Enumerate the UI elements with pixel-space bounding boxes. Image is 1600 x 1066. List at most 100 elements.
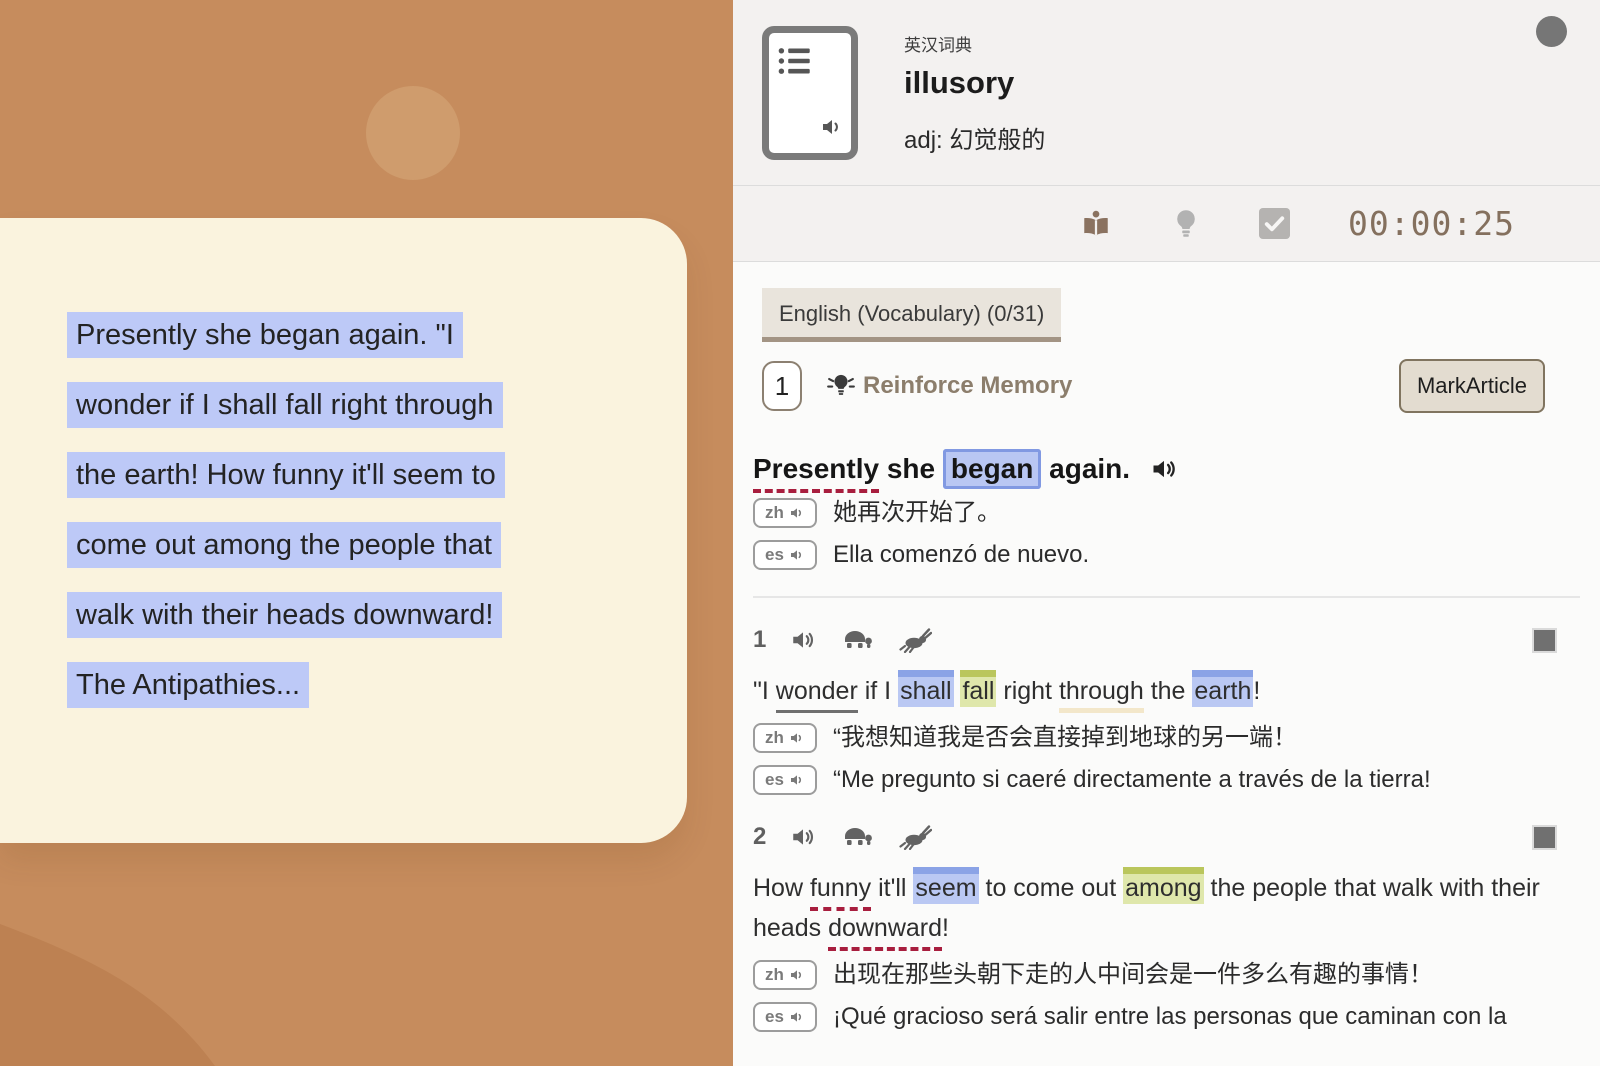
language-audio-badge[interactable]: es (753, 540, 817, 570)
reinforce-memory-button[interactable]: Reinforce Memory (826, 371, 1072, 401)
speaker-icon[interactable] (790, 824, 816, 850)
book-reader-icon[interactable] (1079, 208, 1113, 240)
sentence-toolbar: 1 (753, 626, 1545, 654)
speaker-icon[interactable] (790, 627, 816, 653)
word-segment[interactable]: among (1123, 867, 1203, 904)
profile-circle[interactable] (1536, 16, 1567, 47)
language-code: zh (765, 728, 784, 748)
sentence-text: Presently she began again. (753, 453, 1130, 485)
word-segment: "I (753, 677, 776, 705)
sentence-translations: zh “我想知道我是否会直接掉到地球的另一端！ es “Me pregunto … (753, 722, 1545, 795)
word-segment: she (879, 453, 943, 484)
word-segment[interactable]: seem (913, 867, 978, 904)
list-icon (778, 46, 812, 81)
speaker-icon (789, 1009, 805, 1025)
sentence-translations: zh 出现在那些头朝下走的人中间会是一件多么有趣的事情！ es ¡Qué gra… (753, 959, 1545, 1032)
word-segment[interactable]: earth (1192, 670, 1253, 707)
decorative-circle (366, 86, 460, 180)
dictionary-label: 英汉词典 (904, 31, 1045, 56)
speaker-icon[interactable] (1150, 455, 1178, 483)
controls-row: 1 Reinforce Memory MarkArticle (753, 359, 1545, 413)
language-audio-badge[interactable]: zh (753, 960, 817, 990)
headword: illusory (904, 65, 1045, 101)
word-segment[interactable]: downward (828, 914, 942, 951)
main-translations: zh 她再次开始了。 es Ella comenzó de nuevo. (753, 497, 1545, 570)
checkbox-icon[interactable] (1259, 208, 1290, 239)
stop-button[interactable] (1532, 825, 1557, 850)
translation-row: es Ella comenzó de nuevo. (753, 539, 1545, 570)
turtle-slow-speed-icon[interactable] (840, 826, 874, 848)
sentence-number: 1 (753, 626, 766, 654)
mark-article-button[interactable]: MarkArticle (1399, 359, 1545, 413)
word-segment[interactable]: fall (960, 670, 996, 707)
word-segment: if I (858, 677, 898, 705)
reading-pane: Presently she began again. "I wonder if I… (0, 0, 733, 1066)
word-info: 英汉词典 illusory adj: 幻觉般的 (904, 31, 1045, 155)
highlighted-line: come out among the people that (67, 522, 687, 568)
stop-button[interactable] (1532, 628, 1557, 653)
translation-row: es ¡Qué gracioso será salir entre las pe… (753, 1001, 1545, 1032)
word-segment: ! (942, 914, 949, 942)
translation-row: zh 出现在那些头朝下走的人中间会是一件多么有趣的事情！ (753, 959, 1545, 990)
word-segment[interactable]: shall (898, 670, 953, 707)
study-content: English (Vocabulary) (0/31) 1 Reinforce … (733, 262, 1600, 1032)
reading-card: Presently she began again. "I wonder if I… (0, 218, 687, 843)
lightbulb-icon[interactable] (1171, 207, 1201, 241)
word-segment: ! (1253, 677, 1260, 705)
highlighted-line: Presently she began again. "I (67, 312, 687, 358)
highlighted-line-text: Presently she began again. "I (67, 312, 463, 358)
highlighted-line-text: the earth! How funny it'll seem to (67, 452, 505, 498)
bulb-rays-icon (826, 371, 856, 401)
sentence-toolbar: 2 (753, 823, 1545, 851)
speaker-icon (789, 505, 805, 521)
translation-text: ¡Qué gracioso será salir entre las perso… (833, 1001, 1507, 1032)
study-timer: 00:00:25 (1348, 204, 1515, 243)
highlighted-line-text: come out among the people that (67, 522, 501, 568)
word-segment: to come out (979, 874, 1124, 902)
decorative-wave (0, 896, 330, 1066)
language-audio-badge[interactable]: zh (753, 723, 817, 753)
word-segment[interactable]: funny (810, 874, 871, 911)
word-segment: it'll (871, 874, 913, 902)
highlighted-line: the earth! How funny it'll seem to (67, 452, 687, 498)
speaker-icon (789, 547, 805, 563)
word-segment[interactable]: through (1059, 677, 1144, 713)
study-panel: 英汉词典 illusory adj: 幻觉般的 00:00:25 English… (733, 0, 1600, 1066)
speaker-icon (789, 772, 805, 788)
translation-text: 出现在那些头朝下走的人中间会是一件多么有趣的事情！ (833, 959, 1433, 990)
language-code: es (765, 545, 784, 565)
sentence-list: 1 "I wonder if I shall fall right throug… (753, 626, 1545, 1032)
sentence-number: 2 (753, 823, 766, 851)
speaker-icon (820, 115, 844, 144)
rabbit-fast-speed-icon[interactable] (898, 824, 932, 850)
reinforce-memory-label: Reinforce Memory (863, 372, 1072, 400)
language-audio-badge[interactable]: es (753, 765, 817, 795)
highlighted-line: The Antipathies... (67, 662, 687, 708)
rabbit-fast-speed-icon[interactable] (898, 627, 932, 653)
speaker-icon (789, 730, 805, 746)
highlighted-line-text: wonder if I shall fall right through (67, 382, 503, 428)
translation-text: 她再次开始了。 (833, 497, 1001, 528)
tab-english-vocabulary[interactable]: English (Vocabulary) (0/31) (762, 288, 1061, 342)
current-sentence: Presently she began again. (753, 453, 1545, 485)
app-window: Presently she began again. "Iwonder if I… (0, 0, 1600, 1066)
flashcard-icon[interactable] (762, 26, 858, 160)
language-audio-badge[interactable]: es (753, 1002, 817, 1032)
turtle-slow-speed-icon[interactable] (840, 629, 874, 651)
word-segment[interactable]: wonder (776, 677, 858, 713)
highlighted-line: walk with their heads downward! (67, 592, 687, 638)
translation-row: es “Me pregunto si caeré directamente a … (753, 764, 1545, 795)
highlighted-passage: Presently she began again. "I wonder if I… (67, 312, 687, 708)
translation-text: “Me pregunto si caeré directamente a tra… (833, 764, 1431, 795)
highlighted-line: wonder if I shall fall right through (67, 382, 687, 428)
word-segment: right (996, 677, 1059, 705)
word-segment[interactable]: began (943, 449, 1041, 489)
translation-row: zh 她再次开始了。 (753, 497, 1545, 528)
translation-text: Ella comenzó de nuevo. (833, 539, 1089, 570)
language-code: es (765, 770, 784, 790)
word-segment[interactable]: Presently (753, 453, 879, 493)
language-code: zh (765, 965, 784, 985)
language-audio-badge[interactable]: zh (753, 498, 817, 528)
section-divider (753, 596, 1580, 598)
word-header: 英汉词典 illusory adj: 幻觉般的 (733, 0, 1600, 186)
